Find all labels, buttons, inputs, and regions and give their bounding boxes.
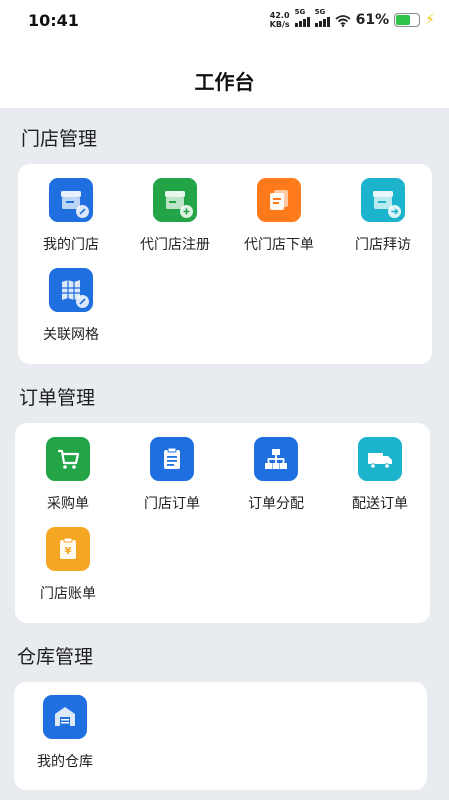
wifi-icon [335, 14, 351, 27]
delivery-truck-icon [358, 437, 402, 481]
battery-icon [394, 13, 421, 27]
sim1-label: 5G [294, 8, 306, 16]
status-indicators: 42.0 KB/s 5G 5G 61% ⚡ [270, 8, 435, 29]
section-title-warehouse-management: 仓库管理 [17, 647, 94, 668]
sim2-signal-icon: 5G [314, 8, 330, 27]
store-add-icon [153, 178, 197, 222]
tile-label: 我的仓库 [37, 753, 93, 769]
tile-store-visit[interactable]: 门店拜访 [333, 178, 433, 258]
card-order-management: 采购单 门店订单 订单分配 配送订单 ¥ 门店账单 [15, 423, 430, 623]
tile-label: 代门店注册 [140, 236, 210, 252]
tile-label: 门店账单 [40, 585, 96, 601]
network-speed-unit: KB/s [269, 20, 290, 29]
tile-purchase-order[interactable]: 采购单 [18, 437, 118, 517]
page-title: 工作台 [194, 72, 255, 94]
tile-label: 代门店下单 [244, 236, 314, 252]
store-visit-icon [361, 178, 405, 222]
tile-label: 关联网格 [43, 326, 99, 342]
sim2-label: 5G [314, 8, 326, 16]
charging-icon: ⚡ [425, 12, 435, 28]
tile-register-store[interactable]: 代门店注册 [125, 178, 225, 258]
tile-store-bills[interactable]: ¥ 门店账单 [18, 527, 118, 607]
warehouse-icon [43, 695, 87, 739]
documents-icon [257, 178, 301, 222]
svg-text:¥: ¥ [65, 546, 72, 557]
grid-map-icon [49, 268, 93, 312]
network-speed-value: 42.0 [269, 11, 290, 20]
tile-store-orders[interactable]: 门店订单 [122, 437, 222, 517]
hierarchy-icon [254, 437, 298, 481]
clipboard-icon [150, 437, 194, 481]
card-store-management: 我的门店 代门店注册 代门店下单 门店拜访 关联网格 [18, 164, 432, 364]
tile-place-order-for-store[interactable]: 代门店下单 [229, 178, 329, 258]
status-bar: 10:41 42.0 KB/s 5G 5G 61% ⚡ [0, 0, 449, 40]
tile-order-assignment[interactable]: 订单分配 [226, 437, 326, 517]
tile-label: 门店订单 [144, 495, 200, 511]
section-title-store-management: 门店管理 [21, 129, 98, 150]
card-warehouse-management: 我的仓库 [14, 682, 427, 790]
tile-label: 配送订单 [352, 495, 408, 511]
status-time: 10:41 [28, 10, 79, 30]
header: 10:41 42.0 KB/s 5G 5G 61% ⚡ 工作台 [0, 0, 449, 108]
tile-label: 采购单 [47, 495, 89, 511]
tile-label: 订单分配 [248, 495, 304, 511]
shopping-cart-icon [46, 437, 90, 481]
sim1-signal-icon: 5G [294, 8, 310, 27]
tile-label: 门店拜访 [355, 236, 411, 252]
bill-yuan-icon: ¥ [46, 527, 90, 571]
network-speed: 42.0 KB/s [270, 11, 290, 29]
store-icon [49, 178, 93, 222]
tile-linked-grid[interactable]: 关联网格 [21, 268, 121, 348]
tile-label: 我的门店 [43, 236, 99, 252]
tile-delivery-orders[interactable]: 配送订单 [330, 437, 430, 517]
tile-my-warehouse[interactable]: 我的仓库 [15, 695, 115, 775]
section-title-order-management: 订单管理 [19, 388, 96, 409]
battery-percent: 61% [355, 12, 390, 28]
tile-my-store[interactable]: 我的门店 [21, 178, 121, 258]
